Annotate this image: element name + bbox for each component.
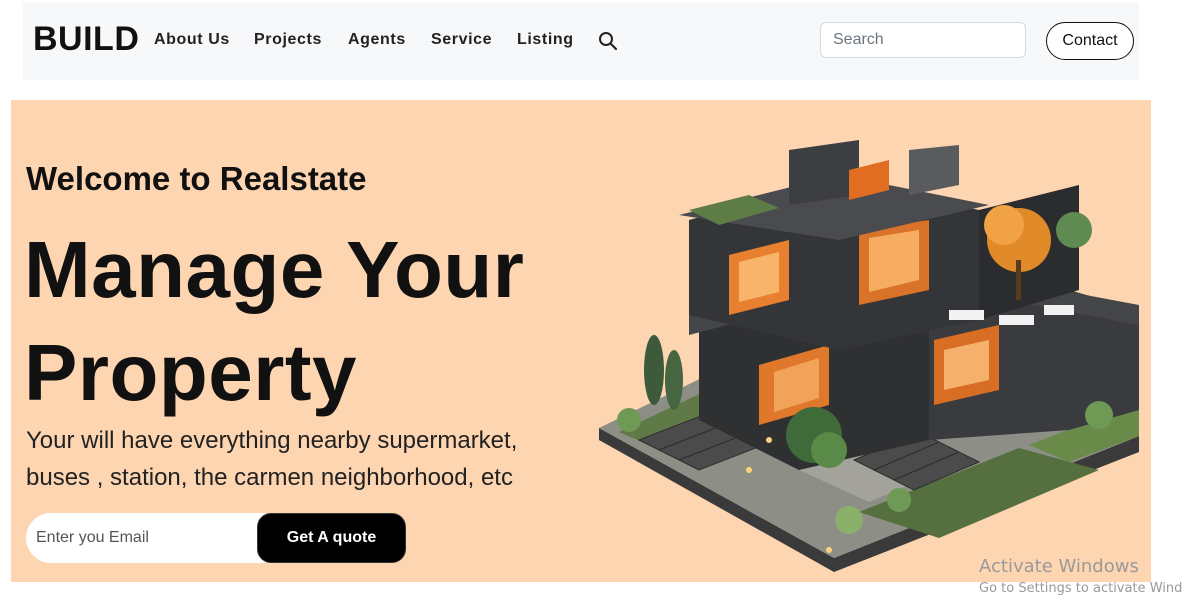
brand-logo[interactable]: BUILD <box>33 20 139 59</box>
contact-button[interactable]: Contact <box>1046 22 1134 60</box>
hero-section: Welcome to Realstate Manage Your Property… <box>11 100 1151 582</box>
nav-link-listing[interactable]: Listing <box>517 31 574 49</box>
search-input[interactable] <box>820 22 1026 58</box>
nav-link-projects[interactable]: Projects <box>254 31 322 49</box>
nav-link-service[interactable]: Service <box>431 31 492 49</box>
nav-link-agents[interactable]: Agents <box>348 31 406 49</box>
top-navbar: BUILD About Us Projects Agents Service L… <box>23 2 1139 80</box>
get-quote-button[interactable]: Get A quote <box>257 513 406 563</box>
email-field-wrapper <box>26 513 266 563</box>
headline-line-2: Property <box>24 328 357 417</box>
subtext-line-2: buses , station, the carmen neighborhood… <box>26 464 513 491</box>
subtext-line-1: Your will have everything nearby superma… <box>26 427 518 454</box>
hero-headline: Manage Your Property <box>24 218 524 424</box>
welcome-heading: Welcome to Realstate <box>26 160 367 197</box>
nav-link-about-us[interactable]: About Us <box>154 31 230 49</box>
modern-house-image <box>599 140 1139 572</box>
hero-subtext: Your will have everything nearby superma… <box>26 422 566 496</box>
headline-line-1: Manage Your <box>24 225 525 314</box>
search-icon[interactable] <box>598 31 618 51</box>
email-field[interactable] <box>26 513 266 563</box>
